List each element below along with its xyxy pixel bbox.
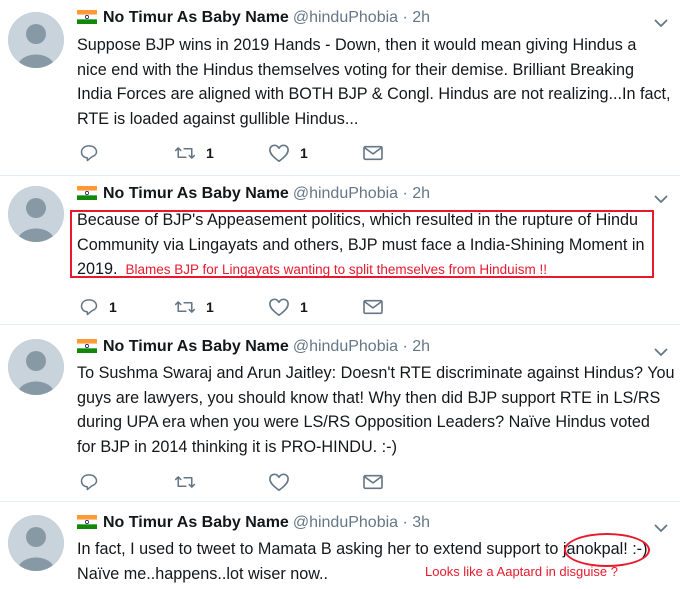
chevron-down-icon[interactable]: [654, 520, 668, 533]
default-profile-icon: [8, 12, 64, 68]
default-profile-icon: [8, 339, 64, 395]
retweet-button[interactable]: [174, 471, 206, 493]
highlight-circle: [564, 533, 650, 567]
tweet-text-line: To Sushma Swaraj and Arun Jaitley: Doesn…: [77, 364, 675, 382]
heart-icon: [269, 298, 289, 316]
tweet-text-line: nice end with the Hindus themselves voti…: [77, 60, 634, 79]
retweet-icon: [174, 301, 196, 313]
india-flag-icon: [77, 339, 97, 358]
avatar[interactable]: [8, 515, 64, 571]
user-handle[interactable]: @hinduPhobia: [293, 338, 398, 355]
like-button[interactable]: [268, 471, 300, 493]
highlight-box: [70, 210, 654, 278]
chevron-down-icon[interactable]: [654, 15, 668, 28]
tweet-text-line: guys are lawyers, you should know that! …: [77, 388, 661, 407]
annotation-note: Looks like a Aaptard in disguise ?: [425, 564, 618, 579]
envelope-icon: [363, 474, 383, 490]
avatar[interactable]: [8, 12, 64, 68]
display-name[interactable]: No Timur As Baby Name: [103, 514, 289, 531]
tweet-header: No Timur As Baby Name @hinduPhobia · 2h: [77, 338, 430, 360]
reply-button[interactable]: [79, 142, 109, 164]
timestamp[interactable]: 3h: [412, 514, 430, 531]
chevron-down-icon[interactable]: [654, 191, 668, 204]
india-flag-icon: [77, 186, 97, 205]
display-name[interactable]: No Timur As Baby Name: [103, 338, 289, 355]
separator-dot: ·: [402, 185, 408, 202]
separator-dot: ·: [402, 514, 408, 531]
chevron-down-icon[interactable]: [654, 344, 668, 357]
india-flag-icon: [77, 10, 97, 29]
retweet-count: 1: [206, 145, 214, 161]
separator-dot: ·: [402, 9, 408, 26]
tweet-header: No Timur As Baby Name @hinduPhobia · 3h: [77, 514, 430, 536]
default-profile-icon: [8, 515, 64, 571]
timestamp[interactable]: 2h: [412, 9, 430, 26]
tweet-text-line: for BJP in 2014 thinking it is PRO-HINDU…: [77, 437, 397, 456]
retweet-button[interactable]: 1: [174, 296, 214, 318]
tweet-text: Suppose BJP wins in 2019 Hands - Down, t…: [77, 33, 671, 131]
direct-message-button[interactable]: [362, 142, 384, 164]
direct-message-button[interactable]: [362, 471, 384, 493]
tweet[interactable]: No Timur As Baby Name @hinduPhobia · 2h T…: [0, 325, 680, 501]
like-button[interactable]: 1: [268, 142, 308, 164]
reply-button[interactable]: [79, 471, 109, 493]
retweet-icon: [174, 476, 196, 488]
reply-icon: [80, 474, 98, 491]
reply-count: 1: [109, 299, 117, 315]
user-handle[interactable]: @hinduPhobia: [293, 9, 398, 26]
retweet-count: 1: [206, 299, 214, 315]
reply-button[interactable]: 1: [79, 296, 117, 318]
timestamp[interactable]: 2h: [412, 185, 430, 202]
retweet-button[interactable]: 1: [174, 142, 214, 164]
reply-icon: [80, 299, 98, 316]
like-count: 1: [300, 145, 308, 161]
retweet-icon: [174, 147, 196, 159]
avatar[interactable]: [8, 186, 64, 242]
avatar[interactable]: [8, 339, 64, 395]
direct-message-button[interactable]: [362, 296, 384, 318]
tweet-header: No Timur As Baby Name @hinduPhobia · 2h: [77, 185, 430, 207]
envelope-icon: [363, 299, 383, 315]
display-name[interactable]: No Timur As Baby Name: [103, 9, 289, 26]
tweet-text-line: RTE is loaded against gullible Hindus...: [77, 109, 359, 128]
separator-dot: ·: [402, 338, 408, 355]
default-profile-icon: [8, 186, 64, 242]
tweet-text-line: Suppose BJP wins in 2019 Hands - Down, t…: [77, 36, 637, 54]
like-button[interactable]: 1: [268, 296, 308, 318]
heart-icon: [269, 473, 289, 491]
reply-icon: [80, 145, 98, 162]
envelope-icon: [363, 145, 383, 161]
user-handle[interactable]: @hinduPhobia: [293, 514, 398, 531]
user-handle[interactable]: @hinduPhobia: [293, 185, 398, 202]
heart-icon: [269, 144, 289, 162]
timestamp[interactable]: 2h: [412, 338, 430, 355]
tweet-text-line: during UPA era when you were LS/RS Oppos…: [77, 413, 650, 431]
tweet-header: No Timur As Baby Name @hinduPhobia · 2h: [77, 9, 430, 31]
display-name[interactable]: No Timur As Baby Name: [103, 185, 289, 202]
tweet-text: To Sushma Swaraj and Arun Jaitley: Doesn…: [77, 361, 675, 459]
tweet-text-line: India Forces are aligned with BOTH BJP &…: [77, 85, 671, 103]
like-count: 1: [300, 299, 308, 315]
india-flag-icon: [77, 515, 97, 534]
tweet[interactable]: No Timur As Baby Name @hinduPhobia · 2h S…: [0, 0, 680, 176]
